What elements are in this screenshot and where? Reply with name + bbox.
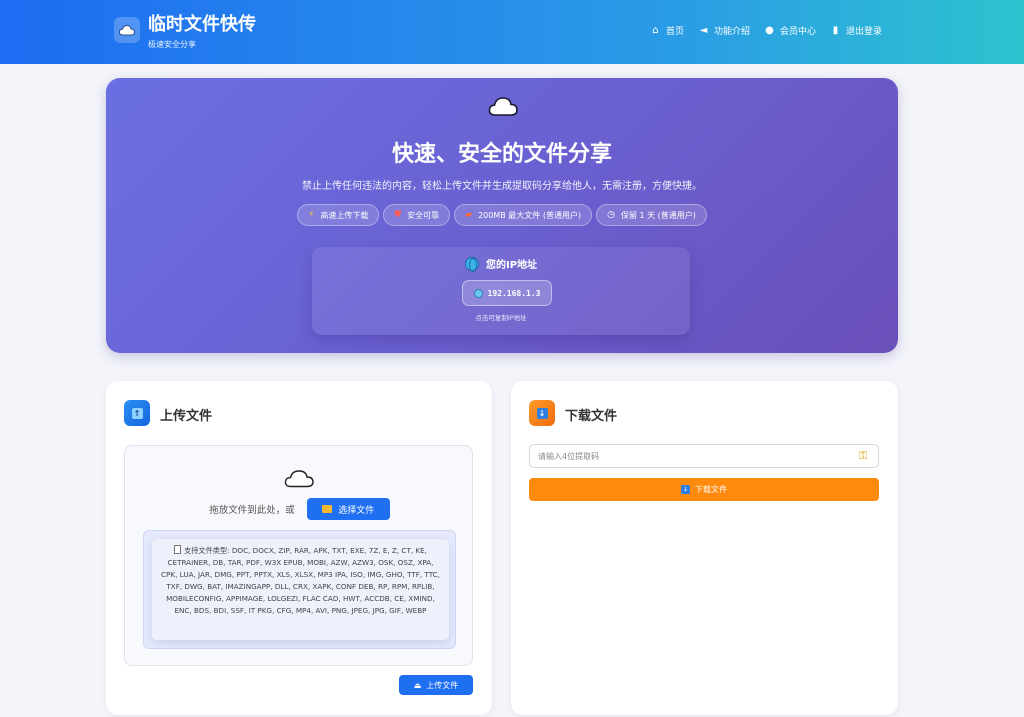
ip-address-panel: 您的IP地址 192.168.1.3 点击可复制IP地址 [312, 247, 690, 335]
megaphone-icon: ◄ [699, 25, 708, 36]
upload-file-button[interactable]: ⏏ 上传文件 [399, 675, 473, 695]
door-icon: ▮ [832, 25, 839, 36]
upload-card: ↑ 上传文件 拖放文件到此处，或 选择文件 支持文件类型: DOC, DOCX,… [106, 381, 492, 715]
nav-item-features[interactable]: ◄ 功能介绍 [698, 24, 750, 37]
globe-small-icon [473, 288, 483, 298]
feature-chip-retention: ◷ 保留 1 天 (普通用户) [596, 204, 707, 226]
upload-arrow-icon: ↑ [124, 400, 150, 426]
top-header: 临时文件快传 极速安全分享 ⌂ 首页 ◄ 功能介绍 ● 会员中心 ▮ 退出登录 [0, 0, 1024, 64]
select-file-label: 选择文件 [338, 505, 375, 516]
feature-chip-security: ⛊ 安全可靠 [383, 204, 451, 226]
cloud-logo-icon[interactable] [114, 17, 140, 43]
feature-chips: ⚡ 高速上传下载 ⛊ 安全可靠 ▰ 200MB 最大文件 (普通用户) ◷ 保留… [106, 204, 898, 226]
select-file-button[interactable]: 选择文件 [306, 498, 390, 520]
feature-chip-size: ▰ 200MB 最大文件 (普通用户) [454, 204, 593, 226]
download-card-title: 下载文件 [565, 409, 618, 424]
nav-label: 功能介绍 [713, 27, 750, 37]
nav-label: 退出登录 [845, 27, 882, 37]
user-icon: ● [765, 25, 774, 36]
chip-label: 高速上传下载 [320, 210, 369, 220]
brand-title[interactable]: 临时文件快传 [148, 14, 256, 36]
download-arrow-icon: ↓ [529, 400, 555, 426]
nav-item-member[interactable]: ● 会员中心 [764, 24, 816, 37]
document-icon [174, 545, 182, 554]
truck-icon: ▰ [465, 210, 473, 220]
chip-label: 200MB 最大文件 (普通用户) [478, 210, 582, 220]
cloud-icon [488, 97, 518, 116]
hero-banner: 快速、安全的文件分享 禁止上传任何违法的内容，轻松上传文件并生成提取码分享给他人… [106, 78, 898, 353]
ip-heading-label: 您的IP地址 [485, 260, 538, 271]
chip-label: 安全可靠 [407, 210, 440, 220]
download-card: ↓ 下载文件 ⚿ ↓ 下载文件 [511, 381, 898, 715]
download-file-button[interactable]: ↓ 下载文件 [529, 478, 879, 501]
brand-subtitle: 极速安全分享 [148, 40, 196, 49]
file-dropzone[interactable]: 拖放文件到此处，或 选择文件 支持文件类型: DOC, DOCX, ZIP, R… [124, 445, 473, 666]
globe-icon [464, 256, 479, 272]
download-file-label: 下载文件 [695, 485, 727, 494]
lightning-icon: ⚡ [308, 210, 315, 220]
nav-item-logout[interactable]: ▮ 退出登录 [830, 24, 882, 37]
home-icon: ⌂ [652, 25, 659, 36]
ip-copy-hint: 点击可复制IP地址 [475, 314, 527, 322]
clock-icon: ◷ [607, 210, 615, 220]
upload-file-label: 上传文件 [426, 680, 459, 690]
main-nav: ⌂ 首页 ◄ 功能介绍 ● 会员中心 ▮ 退出登录 [650, 24, 882, 37]
ip-address-value: 192.168.1.3 [487, 288, 541, 298]
key-icon: ⚿ [859, 449, 868, 462]
drop-text: 拖放文件到此处，或 [209, 505, 295, 516]
feature-chip-speed: ⚡ 高速上传下载 [297, 204, 380, 226]
shield-icon: ⛊ [394, 210, 402, 220]
nav-item-home[interactable]: ⌂ 首页 [650, 24, 684, 37]
supported-types-panel: 支持文件类型: DOC, DOCX, ZIP, RAR, APK, TXT, E… [152, 539, 449, 640]
chip-label: 保留 1 天 (普通用户) [620, 210, 696, 220]
supported-types-text: 支持文件类型: DOC, DOCX, ZIP, RAR, APK, TXT, E… [161, 546, 440, 615]
hero-title: 快速、安全的文件分享 [391, 142, 612, 167]
download-small-icon: ↓ [681, 485, 690, 494]
ip-address-copy-button[interactable]: 192.168.1.3 [462, 280, 552, 306]
hero-description: 禁止上传任何违法的内容，轻松上传文件并生成提取码分享给他人，无需注册，方便快捷。 [302, 181, 702, 192]
dropzone-row: 拖放文件到此处，或 选择文件 [125, 498, 474, 520]
extraction-code-input[interactable] [529, 444, 879, 468]
nav-label: 会员中心 [779, 27, 816, 37]
ip-heading: 您的IP地址 [312, 256, 690, 272]
upload-tray-icon: ⏏ [413, 680, 422, 690]
upload-card-title: 上传文件 [160, 409, 213, 424]
cloud-icon [284, 470, 314, 488]
supported-types-box: 支持文件类型: DOC, DOCX, ZIP, RAR, APK, TXT, E… [143, 530, 456, 649]
nav-label: 首页 [665, 27, 684, 37]
folder-icon [322, 505, 333, 513]
